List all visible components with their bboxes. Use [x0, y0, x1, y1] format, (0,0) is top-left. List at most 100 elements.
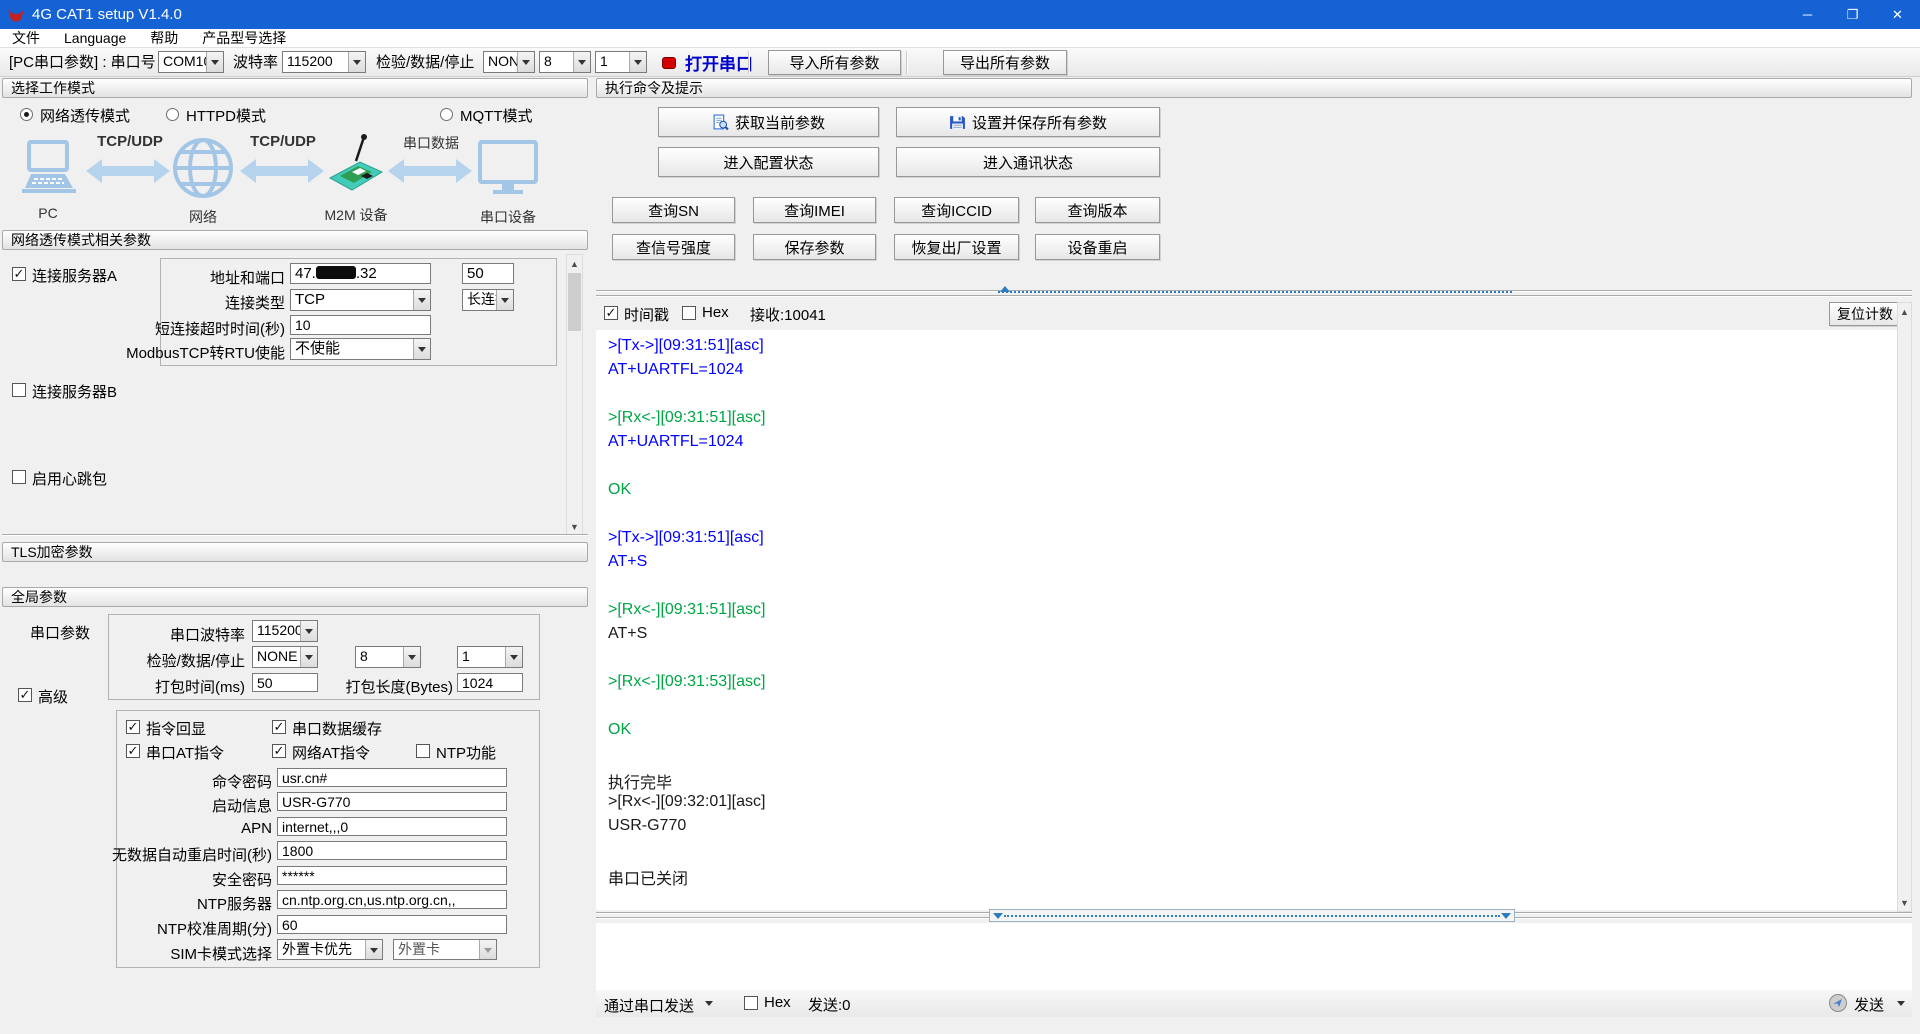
cmd-echo-label[interactable]: 指令回显	[146, 718, 206, 739]
factory-reset-button[interactable]: 恢复出厂设置	[894, 234, 1019, 260]
heartbeat-label[interactable]: 启用心跳包	[32, 468, 107, 489]
query-signal-button[interactable]: 查信号强度	[612, 234, 735, 260]
scroll-down-icon[interactable]: ▼	[567, 518, 582, 535]
serial-at-checkbox[interactable]	[126, 744, 140, 758]
restore-button[interactable]: ❐	[1830, 0, 1875, 29]
serial-cache-label[interactable]: 串口数据缓存	[292, 718, 382, 739]
net-at-checkbox[interactable]	[272, 744, 286, 758]
cmd-echo-checkbox[interactable]	[126, 720, 140, 734]
radio-mqtt-mode[interactable]	[440, 108, 453, 121]
menu-file[interactable]: 文件	[0, 29, 52, 48]
log-scrollbar[interactable]: ▲ ▼	[1897, 302, 1912, 912]
log-splitter-top[interactable]	[596, 295, 1912, 297]
sim-mode2-select[interactable]: 外置卡	[393, 939, 497, 960]
save-params-button[interactable]: 保存参数	[753, 234, 876, 260]
left-panel-scrollbar[interactable]: ▲ ▼	[566, 254, 583, 536]
boot-info-input[interactable]: USR-G770	[277, 792, 507, 811]
chevron-down-icon[interactable]	[1897, 1001, 1905, 1010]
parity-select[interactable]: NONE	[483, 51, 535, 73]
close-button[interactable]: ✕	[1875, 0, 1920, 29]
query-version-button[interactable]: 查询版本	[1035, 197, 1160, 223]
advanced-checkbox[interactable]	[18, 688, 32, 702]
gp-parity-select[interactable]: NONE	[252, 646, 318, 668]
enter-config-state-button[interactable]: 进入配置状态	[658, 147, 879, 177]
splitter-dotted-handle[interactable]	[998, 291, 1512, 293]
log-output-area[interactable]: >[Tx->][09:31:51][asc] AT+UARTFL=1024 >[…	[596, 330, 1897, 910]
mode-label[interactable]: 网络透传模式	[40, 105, 130, 126]
advanced-label[interactable]: 高级	[38, 686, 68, 707]
export-all-params-button[interactable]: 导出所有参数	[943, 50, 1067, 75]
import-all-params-button[interactable]: 导入所有参数	[768, 50, 901, 75]
pack-len-input[interactable]: 1024	[457, 673, 523, 692]
splitter-arrow-up-icon[interactable]	[1000, 286, 1010, 292]
send-hex-checkbox[interactable]	[744, 996, 758, 1010]
timestamp-label[interactable]: 时间戳	[624, 304, 669, 325]
reset-count-button[interactable]: 复位计数	[1829, 302, 1901, 326]
device-restart-button[interactable]: 设备重启	[1035, 234, 1160, 260]
global-params-header[interactable]: 全局参数	[2, 587, 588, 607]
get-current-params-button[interactable]: 获取当前参数	[658, 107, 879, 137]
pack-time-input[interactable]: 50	[252, 673, 318, 692]
menu-language[interactable]: Language	[52, 29, 138, 48]
mode-label[interactable]: HTTPD模式	[186, 105, 266, 126]
query-sn-button[interactable]: 查询SN	[612, 197, 735, 223]
splitter-arrow-down-icon[interactable]	[993, 913, 1003, 919]
com-port-select[interactable]: COM10	[158, 51, 224, 73]
splitter-handle-box[interactable]	[989, 909, 1515, 922]
cmd-password-input[interactable]: usr.cn#	[277, 768, 507, 787]
radio-httpd-mode[interactable]	[166, 108, 179, 121]
server-a-address-input[interactable]: 47..32	[290, 263, 431, 284]
databits-select[interactable]: 8	[539, 51, 591, 73]
set-save-all-params-button[interactable]: 设置并保存所有参数	[896, 107, 1160, 137]
open-port-button[interactable]: 打开串口	[662, 52, 753, 73]
menu-help[interactable]: 帮助	[138, 29, 190, 48]
server-b-checkbox[interactable]	[12, 383, 26, 397]
security-password-input[interactable]: ******	[277, 866, 507, 885]
heartbeat-checkbox[interactable]	[12, 470, 26, 484]
baud-select[interactable]: 115200	[282, 51, 366, 73]
send-button[interactable]: 发送	[1854, 994, 1884, 1015]
conn-type-select[interactable]: TCP	[290, 289, 431, 311]
server-a-label[interactable]: 连接服务器A	[32, 265, 117, 286]
gp-databits-select[interactable]: 8	[355, 646, 421, 668]
send-via-serial-button[interactable]: 通过串口发送	[604, 995, 694, 1016]
menu-product-model[interactable]: 产品型号选择	[190, 29, 298, 48]
ntp-server-input[interactable]: cn.ntp.org.cn,us.ntp.org.cn,,	[277, 890, 507, 909]
query-iccid-button[interactable]: 查询ICCID	[894, 197, 1019, 223]
serial-cache-checkbox[interactable]	[272, 720, 286, 734]
radio-net-transparent-mode[interactable]	[20, 108, 33, 121]
send-text-area[interactable]	[596, 923, 1912, 990]
timestamp-checkbox[interactable]	[604, 306, 618, 320]
no-data-restart-input[interactable]: 1800	[277, 841, 507, 860]
splitter-dotted-handle[interactable]	[1004, 915, 1500, 917]
sim-mode-select[interactable]: 外置卡优先	[277, 939, 383, 960]
scrollbar-thumb[interactable]	[568, 273, 581, 331]
query-imei-button[interactable]: 查询IMEI	[753, 197, 876, 223]
serial-at-label[interactable]: 串口AT指令	[146, 742, 224, 763]
gp-stopbits-select[interactable]: 1	[457, 646, 523, 668]
short-timeout-input[interactable]: 10	[290, 315, 431, 335]
ntp-period-input[interactable]: 60	[277, 915, 507, 934]
modbus-select[interactable]: 不使能	[290, 338, 431, 360]
apn-input[interactable]: internet,,,0	[277, 817, 507, 836]
conn-mode-select[interactable]: 长连接	[462, 289, 514, 311]
stopbits-select[interactable]: 1	[595, 51, 647, 73]
minimize-button[interactable]: ─	[1785, 0, 1830, 29]
gp-baud-select[interactable]: 115200	[252, 620, 318, 642]
log-hex-checkbox[interactable]	[682, 306, 696, 320]
scroll-up-icon[interactable]: ▲	[1898, 303, 1911, 320]
net-at-label[interactable]: 网络AT指令	[292, 742, 370, 763]
tls-header[interactable]: TLS加密参数	[2, 542, 588, 562]
server-b-label[interactable]: 连接服务器B	[32, 381, 117, 402]
send-hex-label[interactable]: Hex	[764, 994, 791, 1011]
scroll-up-icon[interactable]: ▲	[567, 255, 582, 272]
ntp-checkbox[interactable]	[416, 744, 430, 758]
log-hex-label[interactable]: Hex	[702, 304, 729, 321]
ntp-label[interactable]: NTP功能	[436, 742, 496, 763]
scroll-down-icon[interactable]: ▼	[1898, 894, 1911, 911]
server-a-port-input[interactable]: 50	[462, 263, 514, 284]
send-icon[interactable]	[1828, 993, 1848, 1017]
mode-label[interactable]: MQTT模式	[460, 105, 533, 126]
server-a-checkbox[interactable]	[12, 267, 26, 281]
enter-comm-state-button[interactable]: 进入通讯状态	[896, 147, 1160, 177]
